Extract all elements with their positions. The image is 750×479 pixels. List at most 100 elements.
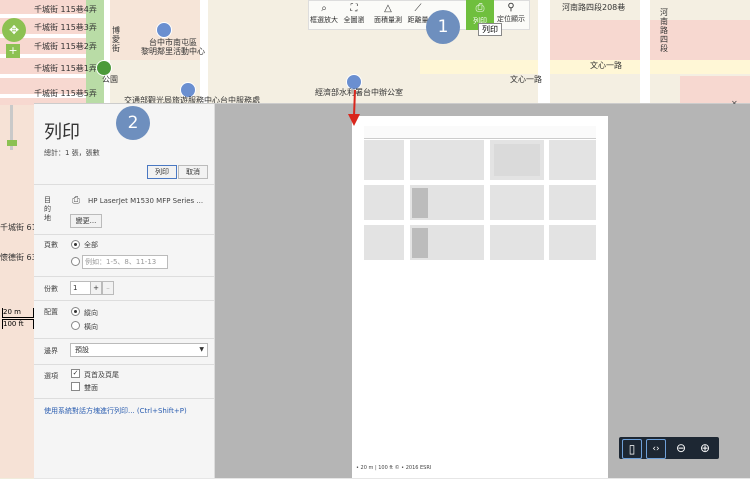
print-title: 列印 — [44, 122, 80, 143]
layout-label: 配置 — [44, 308, 58, 316]
poi-label: 公園 — [102, 75, 118, 84]
street-label: 千城街 115巷1弄 — [34, 64, 97, 73]
zoom-slider-handle[interactable] — [7, 140, 17, 146]
pages-label: 頁數 — [44, 241, 58, 249]
pages-range-input[interactable]: 例如：1-5、8、11-13 — [82, 255, 168, 269]
zoom-in-map-icon[interactable]: + — [6, 44, 20, 58]
divider — [34, 300, 214, 301]
portrait-label: 縱向 — [84, 309, 98, 317]
street-label: 河南路四段 — [660, 8, 668, 53]
preview-road — [404, 140, 410, 260]
distance-measure-icon: ⟋ — [414, 3, 422, 14]
preview-road — [364, 180, 596, 185]
toolbar-zoom-box[interactable]: ⌕ 框選放大 — [309, 3, 339, 25]
fit-page-icon[interactable]: ▯ — [622, 439, 642, 459]
divider — [34, 276, 214, 277]
landscape-label: 橫向 — [84, 323, 98, 331]
preview-road — [364, 220, 596, 225]
printer-name: HP LaserJet M1530 MFP Series ... — [88, 197, 204, 205]
cancel-button[interactable]: 取消 — [178, 165, 208, 179]
landscape-radio[interactable] — [71, 321, 80, 330]
preview-road — [544, 140, 549, 260]
map-road — [420, 60, 750, 74]
street-label: 懷德街 63 — [0, 253, 37, 262]
change-printer-button[interactable]: 變更... — [70, 214, 102, 228]
header-footer-checkbox[interactable]: ✓ — [71, 369, 80, 378]
map-road — [640, 0, 650, 105]
street-label: 千城街 115巷3弄 — [34, 23, 97, 32]
copies-decrement-button[interactable]: – — [102, 281, 114, 295]
margins-select[interactable]: 預設 ▼ — [70, 343, 208, 357]
step-badge-2: 2 — [116, 106, 150, 140]
duplex-label: 雙面 — [84, 384, 98, 392]
street-label: 文心一路 — [510, 75, 542, 84]
copies-input[interactable]: 1 — [70, 281, 92, 295]
poi-icon[interactable] — [156, 22, 172, 38]
copies-label: 份數 — [44, 285, 58, 293]
map-block — [680, 76, 750, 105]
margins-value: 預設 — [75, 346, 89, 354]
scale-bar-imperial: 100 ft — [2, 319, 34, 329]
toolbar-label: 全圖瀏 — [343, 16, 365, 24]
preview-zoom-controls: ▯ ‹› ⊖ ⊕ — [619, 437, 719, 459]
full-extent-icon: ⛶ — [350, 3, 358, 14]
annotation-arrow — [348, 89, 360, 126]
fit-width-icon[interactable]: ‹› — [646, 439, 666, 459]
portrait-radio[interactable] — [71, 307, 80, 316]
print-tooltip: 列印 — [478, 23, 502, 36]
divider — [34, 338, 214, 339]
print-settings-panel — [34, 104, 215, 478]
scale-bar-metric: 20 m — [2, 308, 34, 318]
pages-range-radio[interactable] — [71, 257, 80, 266]
divider — [34, 184, 214, 185]
chevron-down-icon: ▼ — [199, 346, 204, 353]
printer-icon: ⎙ — [72, 195, 80, 206]
locate-button[interactable]: ⚲ 定位顯示 — [496, 2, 526, 24]
map-road — [538, 0, 550, 105]
print-confirm-button[interactable]: 列印 — [147, 165, 177, 179]
toolbar-label: 定位顯示 — [497, 15, 525, 23]
options-label: 選項 — [44, 372, 58, 380]
toolbar-label: 框選放大 — [310, 16, 338, 24]
zoom-out-icon[interactable]: ⊖ — [672, 439, 690, 457]
preview-header — [364, 126, 596, 139]
map-block — [550, 20, 640, 60]
divider — [34, 364, 214, 365]
poi-label: 台中市南屯區 黎明鄰里活動中心 — [141, 38, 205, 56]
printer-icon: ⎙ — [475, 1, 485, 14]
preview-road — [484, 140, 490, 260]
header-footer-label: 頁首及頁尾 — [84, 371, 119, 379]
street-label: 千城街 115巷2弄 — [34, 42, 97, 51]
pan-control-icon[interactable]: ✥ — [2, 18, 26, 42]
preview-block — [412, 188, 428, 218]
toolbar-label: 面積量測 — [374, 16, 402, 24]
preview-block — [412, 228, 428, 258]
divider — [34, 234, 214, 235]
street-label: 河南路四段208巷 — [562, 3, 626, 12]
location-pin-icon: ⚲ — [507, 2, 515, 13]
preview-map — [364, 140, 596, 260]
street-label: 千城街 115巷4弄 — [34, 5, 97, 14]
street-label: 博愛街 — [112, 26, 120, 53]
map-road — [0, 74, 86, 78]
pages-all-label: 全部 — [84, 241, 98, 249]
preview-block — [494, 144, 540, 176]
system-dialog-link[interactable]: 使用系統對話方塊進行列印... (Ctrl+Shift+P) — [44, 406, 187, 416]
zoom-in-icon[interactable]: ⊕ — [696, 439, 714, 457]
destination-label: 目的地 — [44, 196, 51, 222]
map-canvas-left — [0, 105, 34, 478]
preview-footer: • 20 m | 100 ft © • 2016 ESRI — [356, 465, 432, 471]
margins-label: 邊界 — [44, 347, 58, 355]
print-total: 總計：1 張，張數 — [44, 149, 100, 157]
copies-increment-button[interactable]: + — [90, 281, 102, 295]
street-label: 千城街 115巷5弄 — [34, 89, 97, 98]
duplex-checkbox[interactable] — [71, 382, 80, 391]
step-badge-1: 1 — [426, 10, 460, 44]
area-measure-icon: △ — [384, 3, 392, 14]
toolbar-area-measure[interactable]: △ 面積量測 — [373, 3, 403, 25]
street-label: 文心一路 — [590, 61, 622, 70]
divider — [34, 398, 214, 399]
toolbar-full-extent[interactable]: ⛶ 全圖瀏 — [339, 3, 369, 25]
pages-all-radio[interactable] — [71, 240, 80, 249]
zoom-in-icon: ⌕ — [321, 3, 327, 14]
